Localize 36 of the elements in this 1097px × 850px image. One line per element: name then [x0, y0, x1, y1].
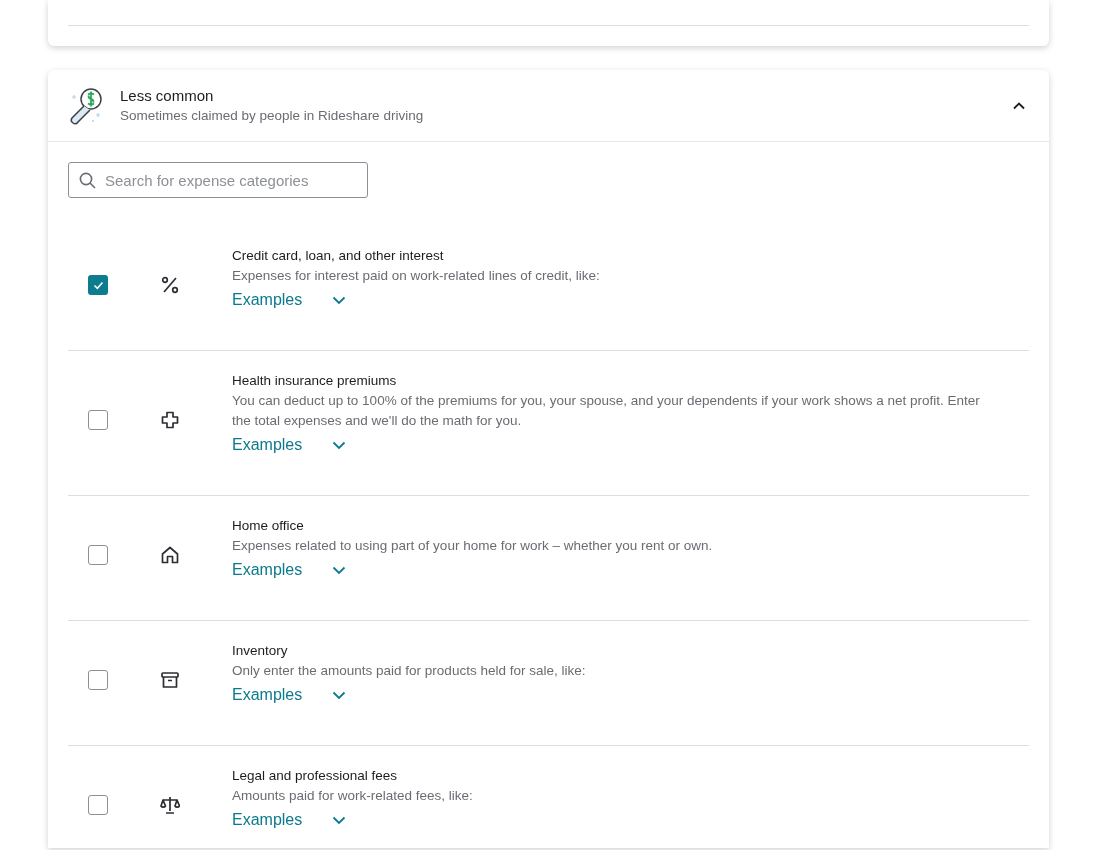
percent-icon [160, 275, 180, 295]
scales-icon [160, 795, 180, 815]
category-title: Health insurance premiums [232, 372, 398, 390]
section-subtitle: Sometimes claimed by people in Rideshare driving [120, 106, 425, 125]
checkbox[interactable] [88, 670, 108, 690]
examples-dropdown[interactable]: Examples [232, 681, 346, 709]
checkbox[interactable] [88, 275, 108, 295]
category-title: Credit card, loan, and other interest [232, 247, 445, 265]
cross-icon [160, 410, 180, 430]
category-description: Expenses for interest paid on work-related lines of credit, like: [232, 267, 601, 285]
house-icon [160, 545, 180, 565]
checkmark-icon [92, 280, 104, 290]
chevron-down-icon [332, 815, 346, 825]
category-title: Legal and professional fees [232, 767, 399, 785]
chevron-down-icon [332, 565, 346, 575]
examples-dropdown[interactable]: Examples [232, 431, 346, 459]
examples-dropdown[interactable]: Examples [232, 286, 346, 314]
checkbox[interactable] [88, 545, 108, 565]
archive-box-icon [160, 670, 180, 690]
examples-dropdown[interactable]: Examples [232, 806, 346, 834]
search-icon [79, 172, 96, 189]
section-title: Less common [120, 85, 215, 106]
category-description: Expenses related to using part of your home for work – whether you rent or own. [232, 537, 714, 555]
search-field[interactable]: Search for expense categories [68, 162, 368, 198]
category-description: You can deduct up to 100% of the premiums for you, your spouse, and your dependents if your work shows a net profit. Enter the total expenses and we'll do the math for you. [232, 392, 981, 430]
category-title: Inventory [232, 642, 289, 660]
chevron-down-icon [332, 440, 346, 450]
checkbox[interactable] [88, 410, 108, 430]
checkbox[interactable] [88, 795, 108, 815]
chevron-down-icon [332, 295, 346, 305]
examples-dropdown[interactable]: Examples [232, 556, 346, 584]
category-title: Home office [232, 517, 305, 535]
chevron-up-icon [1012, 101, 1026, 110]
category-description: Only enter the amounts paid for products held for sale, like: [232, 662, 587, 680]
chevron-down-icon [332, 690, 346, 700]
category-description: Amounts paid for work-related fees, like: [232, 787, 474, 805]
